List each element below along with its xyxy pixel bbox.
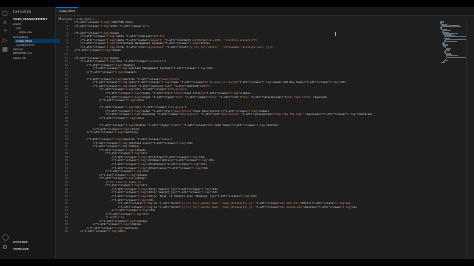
explorer-icon[interactable]: ▢ (2, 11, 8, 17)
line-number: 25 (64, 106, 68, 110)
line-number: 41 (64, 163, 68, 166)
line-number: 9 (66, 49, 68, 53)
tab-index-html[interactable]: index.html × (56, 7, 78, 20)
line-number: 54 (64, 209, 68, 213)
code-line[interactable]: <"t-attr">class="t-tag">tbody> (74, 177, 146, 180)
line-number: 56 (64, 216, 68, 220)
minimap-line (444, 41, 457, 43)
code-line[interactable]: <"t-attr">class="t-tag">tr> (74, 152, 147, 155)
minimap-line (441, 25, 461, 27)
code-line[interactable]: <"t-attr">class="t-tag">html "t-attr">la… (74, 25, 149, 28)
outline-section[interactable]: OUTLINE (13, 240, 28, 244)
code-line[interactable]: <"t-attr">class="t-tag">th>Description</… (74, 159, 214, 162)
editor-scrollbar[interactable] (466, 21, 473, 259)
code-line[interactable]: </"t-attr">class="t-tag">section> (74, 131, 138, 134)
code-line[interactable]: <"t-attr">class="t-tag">meta "t-attr">ch… (74, 35, 164, 38)
code-line[interactable]: </"t-attr">class="t-tag">div> (74, 230, 125, 233)
line-number: 38 (64, 152, 68, 156)
code-line[interactable]: <"t-attr">class="t-tag">title>Task Manag… (74, 42, 210, 45)
line-number: 21 (64, 92, 68, 95)
account-icon[interactable]: ◯ (2, 235, 9, 241)
line-number: 32 (64, 131, 68, 135)
line-number: 49 (64, 191, 68, 195)
minimap-line (441, 62, 443, 64)
code-line[interactable]: <"t-attr">class="t-tag">h1>Task Manageme… (74, 67, 213, 70)
text-cursor (335, 32, 336, 36)
gear-icon[interactable]: ⚙ (2, 245, 8, 251)
code-line[interactable]: </"t-attr">class="t-tag">div> (74, 99, 144, 102)
explorer-sidebar: EXPLORER TASK_MANAGEMENT static css style.… (10, 7, 60, 259)
minimap-line (446, 49, 450, 51)
line-number: 58 (64, 223, 68, 227)
line-number: 29 (64, 120, 68, 124)
code-line[interactable]: <"t-attr">class="t-tag">section "t-attr"… (74, 138, 172, 141)
minimap-line (445, 35, 466, 37)
line-number: 52 (64, 202, 68, 206)
line-number: 14 (64, 67, 68, 71)
line-number: 47 (64, 184, 68, 188)
code-line[interactable]: <"t-attr">class="t-tag">div "t-attr">cla… (74, 106, 187, 109)
code-line[interactable]: </"t-attr">class="t-tag">tr> (74, 170, 149, 173)
code-line[interactable]: <"t-attr">class="t-tag">tr> (74, 184, 147, 187)
code-line[interactable]: </"t-attr">class="t-tag">head> (74, 49, 121, 52)
line-number: 18 (64, 81, 68, 85)
minimap[interactable] (440, 21, 469, 64)
line-number: 43 (64, 170, 68, 174)
code-line[interactable]: </"t-attr">class="t-tag">div> (74, 117, 144, 120)
line-number: 10 (64, 52, 68, 56)
editor-tabs: index.html × (56, 7, 474, 20)
code-line[interactable]: <"t-attr">class="t-tag">textarea "t-attr… (74, 113, 372, 116)
code-line[interactable]: <"t-attr">class="t-tag">h2><"t-attr">cla… (74, 81, 346, 84)
line-number: 50 (64, 194, 68, 198)
minimap-line (443, 30, 451, 32)
code-line[interactable]: <"t-attr">class="t-tag">table> (74, 145, 140, 148)
line-number: 7 (66, 42, 68, 46)
line-number: 36 (64, 145, 68, 149)
code-line[interactable]: <"t-attr">class="t-tag">div "t-attr">cla… (74, 60, 166, 63)
project-root[interactable]: TASK_MANAGEMENT (13, 17, 47, 21)
code-line[interactable]: </"t-attr">class="t-tag">td> (74, 209, 155, 212)
vscode-window: ▢ ⌕ ⑂ ▷ ▦ ◯ ⚙ EXPLORER TASK_MANAGEMENT s… (0, 7, 474, 259)
timeline-section[interactable]: TIMELINE (13, 247, 29, 251)
search-icon[interactable]: ⌕ (2, 20, 8, 26)
source-control-icon[interactable]: ⑂ (2, 29, 8, 35)
code-line[interactable]: </"t-attr">class="t-tag">table> (74, 223, 141, 226)
code-line[interactable]: <"t-attr">class="t-tag">label "t-attr">f… (74, 92, 250, 95)
code-line[interactable]: <"t-attr">class="t-tag">a "t-attr">href=… (74, 202, 351, 205)
line-number: 45 (64, 177, 68, 181)
line-number: 3 (66, 28, 68, 32)
run-debug-icon[interactable]: ▷ (2, 38, 8, 44)
code-line[interactable]: <"t-attr">class="t-tag">td>{{ 'Done' if … (74, 195, 256, 198)
code-line[interactable]: <"t-attr">class="t-tag">td>{{ task[2] }}… (74, 191, 217, 194)
code-line[interactable]: <"t-attr">class="t-tag">!DOCTYPE html> (74, 21, 133, 24)
line-number: 34 (64, 138, 68, 142)
code-line[interactable]: <"t-attr">class="t-tag">button "t-attr">… (74, 124, 279, 127)
extensions-icon[interactable]: ▦ (2, 47, 8, 53)
code-line[interactable]: <"t-attr">class="t-tag">div "t-attr">cla… (74, 88, 187, 91)
code-line[interactable]: <"t-attr">class="t-tag">th>Status</"t-at… (74, 163, 206, 166)
line-number: 1 (66, 21, 68, 24)
line-number: 5 (66, 35, 68, 39)
line-number: 60 (64, 230, 68, 234)
code-line[interactable]: {% endfor %} (74, 216, 124, 219)
code-editor[interactable]: 1 <"t-attr">class="t-tag">!DOCTYPE html> 2… (56, 21, 436, 259)
line-number: 27 (64, 113, 68, 117)
code-line[interactable]: </"t-attr">class="t-tag">header> (74, 71, 136, 74)
line-number: 23 (64, 99, 68, 103)
sidebar-title: EXPLORER (13, 10, 32, 14)
line-number: 16 (64, 74, 68, 78)
line-number: 30 (64, 123, 68, 127)
line-number: 20 (64, 88, 68, 92)
line-number: 12 (64, 60, 68, 64)
sidebar-item[interactable]: tasks.db (11, 56, 26, 60)
line-number: 40 (64, 159, 68, 163)
